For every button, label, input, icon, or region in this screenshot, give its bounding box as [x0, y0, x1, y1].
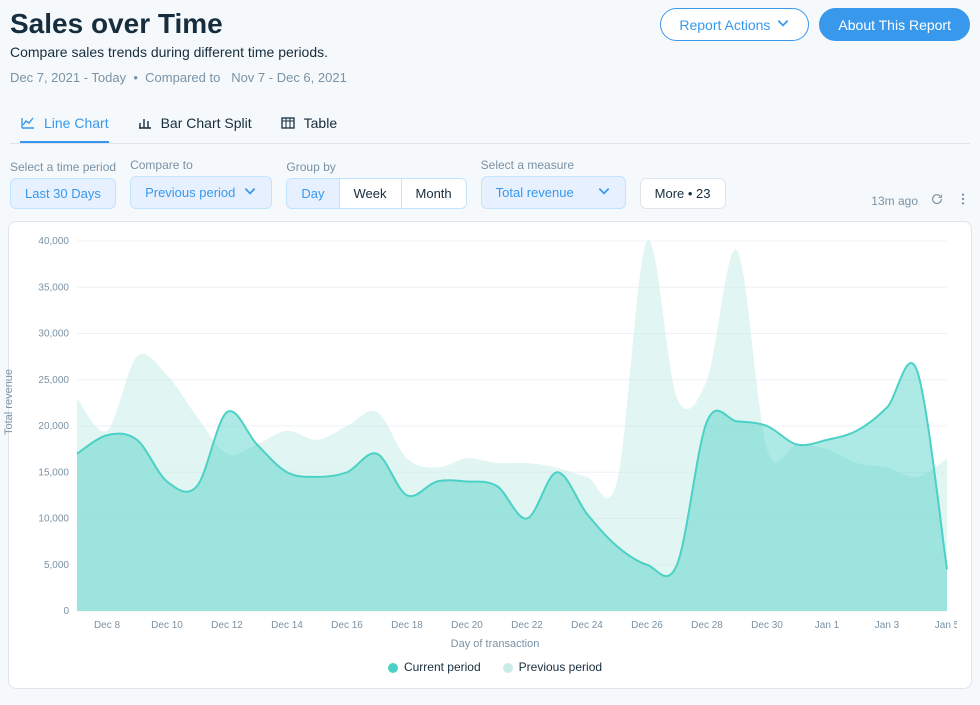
svg-text:Jan 3: Jan 3: [875, 620, 900, 631]
page-subtitle: Compare sales trends during different ti…: [10, 44, 347, 60]
kebab-menu-icon[interactable]: [956, 192, 970, 209]
group-by-week[interactable]: Week: [340, 179, 402, 208]
svg-text:20,000: 20,000: [38, 421, 69, 432]
svg-text:Jan 1: Jan 1: [815, 620, 840, 631]
svg-text:Dec 26: Dec 26: [631, 620, 663, 631]
svg-text:Dec 16: Dec 16: [331, 620, 363, 631]
svg-text:Dec 8: Dec 8: [94, 620, 121, 631]
svg-text:15,000: 15,000: [38, 467, 69, 478]
tab-line-chart[interactable]: Line Chart: [20, 107, 109, 143]
group-by-segmented[interactable]: Day Week Month: [286, 178, 466, 209]
svg-text:30,000: 30,000: [38, 329, 69, 340]
measure-label: Select a measure: [481, 158, 626, 172]
svg-text:Jan 5: Jan 5: [935, 620, 957, 631]
svg-text:Dec 12: Dec 12: [211, 620, 243, 631]
y-axis-label: Total revenue: [3, 369, 15, 435]
svg-text:Dec 20: Dec 20: [451, 620, 483, 631]
table-icon: [280, 115, 296, 131]
about-report-button[interactable]: About This Report: [819, 8, 970, 41]
more-filters-button[interactable]: More • 23: [640, 178, 726, 209]
chart-area: 0 5,000 10,000 15,000 20,000 25,000 30,000 35,0…: [27, 236, 963, 636]
measure-select[interactable]: Total revenue: [481, 176, 626, 209]
svg-text:Dec 24: Dec 24: [571, 620, 603, 631]
chart-card: Total revenue 05,00010,00015,00020,00025…: [8, 221, 972, 689]
svg-text:35,000: 35,000: [38, 282, 69, 293]
svg-text:40,000: 40,000: [38, 236, 69, 247]
svg-text:Dec 30: Dec 30: [751, 620, 783, 631]
svg-text:Dec 14: Dec 14: [271, 620, 303, 631]
svg-text:Dec 10: Dec 10: [151, 620, 183, 631]
svg-text:Dec 18: Dec 18: [391, 620, 423, 631]
page-title: Sales over Time: [10, 8, 347, 40]
compare-to-label: Compare to: [130, 158, 272, 172]
chevron-down-icon: [776, 16, 790, 33]
chevron-down-icon: [597, 184, 611, 201]
tab-table[interactable]: Table: [280, 107, 337, 143]
time-period-label: Select a time period: [10, 160, 116, 174]
last-updated: 13m ago: [871, 194, 918, 208]
legend-previous: Previous period: [503, 660, 602, 674]
group-by-day[interactable]: Day: [287, 179, 339, 208]
svg-text:Dec 28: Dec 28: [691, 620, 723, 631]
svg-text:Dec 22: Dec 22: [511, 620, 543, 631]
group-by-label: Group by: [286, 160, 466, 174]
legend-current: Current period: [388, 660, 481, 674]
line-chart-icon: [20, 115, 36, 131]
refresh-icon[interactable]: [930, 192, 944, 209]
chart-legend: Current period Previous period: [27, 660, 963, 674]
tab-bar-chart[interactable]: Bar Chart Split: [137, 107, 252, 143]
x-axis-label: Day of transaction: [27, 638, 963, 650]
chevron-down-icon: [243, 184, 257, 201]
time-period-select[interactable]: Last 30 Days: [10, 178, 116, 209]
bar-chart-icon: [137, 115, 153, 131]
svg-text:10,000: 10,000: [38, 514, 69, 525]
svg-text:5,000: 5,000: [44, 560, 69, 571]
svg-text:25,000: 25,000: [38, 375, 69, 386]
date-range-line: Dec 7, 2021 - Today • Compared to Nov 7 …: [10, 70, 347, 85]
report-actions-button[interactable]: Report Actions: [660, 8, 809, 41]
compare-to-select[interactable]: Previous period: [130, 176, 272, 209]
svg-text:0: 0: [63, 606, 69, 617]
group-by-month[interactable]: Month: [402, 179, 466, 208]
